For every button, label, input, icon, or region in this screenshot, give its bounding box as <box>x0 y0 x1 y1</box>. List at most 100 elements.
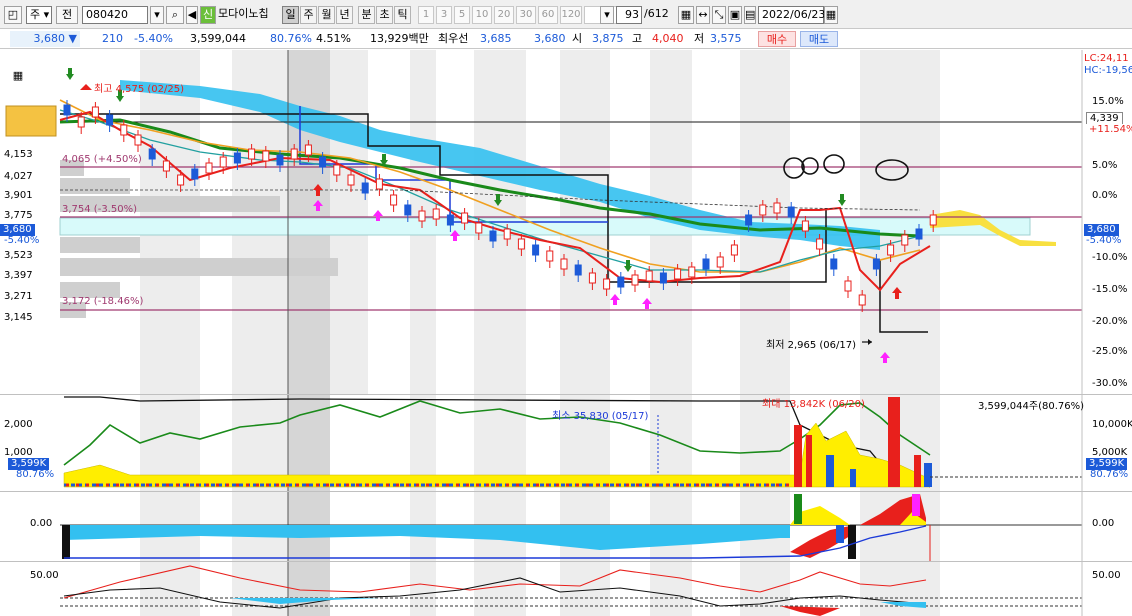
open-value: 3,875 <box>592 32 624 45</box>
date-input[interactable]: 2022/06/23 <box>758 6 825 24</box>
candle-body <box>432 208 440 220</box>
candle-body <box>517 238 525 250</box>
osc-left-tick: 50.00 <box>30 570 59 581</box>
turnover-value: 4.51% <box>316 32 351 45</box>
candle-body <box>347 174 355 186</box>
change-pct: -5.40% <box>134 32 173 45</box>
chart-settings-icon[interactable]: ▦ <box>10 68 26 86</box>
candle-body <box>475 222 483 234</box>
interval-60[interactable]: 60 <box>538 6 558 24</box>
candle-body <box>787 206 795 218</box>
right-tick: -30.0% <box>1092 378 1128 389</box>
volume-chart-panel[interactable]: 2,000 1,000 3,599K 80.76% 최소 35,830 (05/… <box>0 395 1132 492</box>
speaker-icon[interactable]: ◀ <box>186 6 198 24</box>
candle-body <box>588 272 596 284</box>
candle-body <box>418 210 426 222</box>
sell-button[interactable]: 매도 <box>800 31 838 47</box>
fit-icon[interactable]: ↔ <box>696 6 710 24</box>
count-input[interactable]: 93 <box>616 6 642 24</box>
bid-label: 최우선 <box>438 32 469 45</box>
macd-panel[interactable]: 0.00 0.00 <box>0 492 1132 562</box>
macd-right-tick: 0.00 <box>1092 518 1115 529</box>
period-month[interactable]: 월 <box>318 6 335 24</box>
high-value: 4,040 <box>652 32 684 45</box>
candle-body <box>659 272 667 284</box>
candle-body <box>304 144 312 156</box>
period-day[interactable]: 일 <box>282 6 299 24</box>
high-note: 최고 4,575 (02/25) <box>94 84 185 95</box>
candle-body <box>177 174 185 186</box>
interval-5[interactable]: 5 <box>454 6 470 24</box>
interval-20[interactable]: 20 <box>494 6 514 24</box>
low-value: 3,575 <box>710 32 742 45</box>
oscillator-panel[interactable]: 50.00 50.00 <box>0 562 1132 616</box>
vol-left-tick: 2,000 <box>4 419 33 430</box>
price-value: 3,680 <box>33 32 66 45</box>
interval-120[interactable]: 120 <box>560 6 582 24</box>
candle-body <box>375 178 383 190</box>
change-value: 210 <box>102 32 123 45</box>
level-3: 3,172 (-18.46%) <box>62 296 144 307</box>
right-tick: -15.0% <box>1092 284 1128 295</box>
vol-min-note: 최소 35,830 (05/17) <box>552 411 649 422</box>
type-select[interactable]: 주 ▾ <box>26 6 52 24</box>
candle-body <box>702 258 710 270</box>
calendar-icon[interactable]: ▦ <box>824 6 838 24</box>
period-year[interactable]: 년 <box>336 6 353 24</box>
interval-10[interactable]: 10 <box>472 6 492 24</box>
interval-3[interactable]: 3 <box>436 6 452 24</box>
print-icon[interactable]: ▤ <box>744 6 756 24</box>
candle-body <box>219 156 227 168</box>
candle-body <box>63 104 71 116</box>
buy-button[interactable]: 매수 <box>758 31 796 47</box>
candle-body <box>162 160 170 172</box>
candle-body <box>901 234 909 246</box>
macd-left-tick: 0.00 <box>30 518 53 529</box>
price-chart-panel[interactable]: ▦ 최고 4,575 (02/25) 4,065 (+4.50%) 3,754 … <box>0 50 1132 395</box>
grid-settings-icon[interactable]: ▦ <box>678 6 694 24</box>
ask-value: 3,680 <box>534 32 566 45</box>
level-2: 3,754 (-3.50%) <box>62 204 137 215</box>
candle-body <box>645 270 653 282</box>
interval-30[interactable]: 30 <box>516 6 536 24</box>
total-count: /612 <box>644 7 669 20</box>
candle-body <box>574 264 582 276</box>
candle-body <box>91 106 99 118</box>
save-icon[interactable]: ▣ <box>728 6 742 24</box>
right-tick: -25.0% <box>1092 346 1128 357</box>
interval-1[interactable]: 1 <box>418 6 434 24</box>
period-week[interactable]: 주 <box>300 6 317 24</box>
code-dropdown-icon[interactable]: ▾ <box>150 6 164 24</box>
candle-body <box>503 228 511 240</box>
candle-body <box>929 214 937 226</box>
low-label: 저 <box>694 32 705 45</box>
stock-code-input[interactable]: 080420 <box>82 6 148 24</box>
candle-body <box>461 212 469 224</box>
right-tick: 15.0% <box>1092 96 1124 107</box>
prev-button[interactable]: 전 <box>56 6 78 24</box>
resize-icon[interactable]: ⤡ <box>712 6 726 24</box>
left-tick: 3,271 <box>4 291 33 302</box>
candle-body <box>319 156 327 168</box>
bid-value: 3,685 <box>480 32 512 45</box>
left-tick: 4,027 <box>4 171 33 182</box>
right-tick: -20.0% <box>1092 316 1128 327</box>
window-menu-icon[interactable]: ◰ <box>4 6 22 24</box>
main-toolbar: ◰ 주 ▾ 전 080420 ▾ ⌕ ◀ 신 모다이노칩 일 주 월 년 분 초… <box>0 0 1132 29</box>
candle-body <box>674 268 682 280</box>
right-tick: 0.0% <box>1092 190 1118 201</box>
candle-body <box>262 150 270 162</box>
interval-dropdown-icon[interactable]: ▾ <box>600 6 614 24</box>
candle-body <box>688 266 696 278</box>
left-tick: 3,523 <box>4 250 33 261</box>
candle-body <box>603 278 611 290</box>
period-second[interactable]: 초 <box>376 6 393 24</box>
left-tick: 3,775 <box>4 210 33 221</box>
left-tick: 3,397 <box>4 270 33 281</box>
lc-label: LC:24,11 <box>1084 53 1129 64</box>
period-tick[interactable]: 틱 <box>394 6 411 24</box>
right-pct-tag: +11.54% <box>1086 124 1132 136</box>
period-minute[interactable]: 분 <box>358 6 375 24</box>
search-icon[interactable]: ⌕ <box>166 6 184 24</box>
low-note: 최저 2,965 (06/17) <box>766 340 857 351</box>
